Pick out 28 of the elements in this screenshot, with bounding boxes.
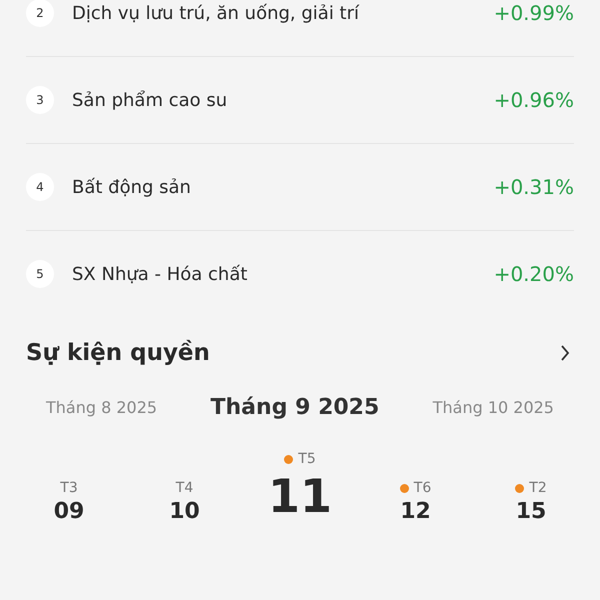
event-dot <box>400 484 409 492</box>
change-percent: +0.96% <box>494 88 574 112</box>
weekday-label: T5 <box>298 451 316 467</box>
section-title: Sự kiện quyền <box>26 340 210 366</box>
change-percent: +0.31% <box>494 175 574 199</box>
sector-name: Sản phẩm cao su <box>72 90 228 110</box>
weekday-label: T2 <box>529 480 547 496</box>
weekday-label: T3 <box>60 480 78 496</box>
rank-badge: 5 <box>26 260 54 288</box>
rank-badge: 3 <box>26 86 54 114</box>
month-tab[interactable]: Tháng 9 2025 <box>210 395 380 420</box>
day-number[interactable]: 10 <box>169 499 200 524</box>
weekday-label: T4 <box>176 480 194 496</box>
rank-badge: 4 <box>26 173 54 201</box>
weekday-label: T6 <box>414 480 432 496</box>
day-number[interactable]: 15 <box>516 499 546 524</box>
rank-badge: 2 <box>26 0 54 27</box>
chevron-right-icon[interactable] <box>560 344 570 362</box>
change-percent: +0.99% <box>494 1 574 25</box>
sector-name: SX Nhựa - Hóa chất <box>72 264 248 284</box>
event-dot <box>284 454 294 464</box>
event-dot <box>515 484 524 492</box>
day-number[interactable]: 12 <box>400 499 431 524</box>
day-number[interactable]: 09 <box>54 499 84 524</box>
day-number[interactable]: 11 <box>268 468 332 524</box>
sector-name: Bất động sản <box>72 176 192 198</box>
change-percent: +0.20% <box>494 262 574 286</box>
sector-name: Dịch vụ lưu trú, ăn uống, giải trí <box>72 2 360 24</box>
